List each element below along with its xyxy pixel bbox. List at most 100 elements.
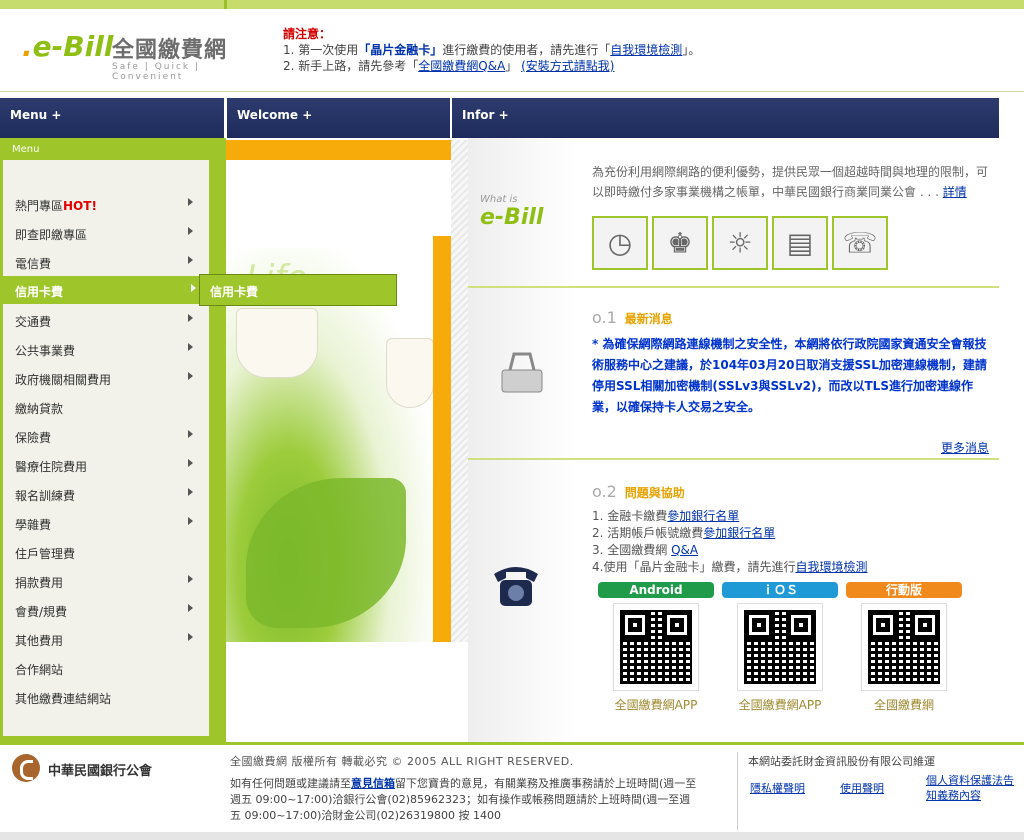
welcome-image: Life xyxy=(226,248,434,642)
card-bank-list-link[interactable]: 參加銀行名單 xyxy=(667,509,739,523)
sidebar-item-insurance[interactable]: 保險費 xyxy=(3,422,209,448)
mobile-caption: 全國繳費網 xyxy=(873,698,934,712)
footer-links: 本網站委託財金資訊股份有限公司維運 隱私權聲明 使用聲明 個人資料保護法告知義務… xyxy=(748,754,1018,817)
android-caption: 全國繳費網APP xyxy=(614,698,698,712)
sidebar-item-hot[interactable]: 熱門專區HOT! xyxy=(3,190,209,216)
site-slogan: Safe | Quick | Convenient xyxy=(112,62,201,82)
card-reader-icon: ▤ xyxy=(772,216,828,270)
android-app-download[interactable]: Android 全國繳費網APP xyxy=(598,582,714,713)
association-emblem-icon xyxy=(12,754,40,782)
sidebar-item-donation[interactable]: 捐款費用 xyxy=(3,567,209,593)
mobile-qr-code xyxy=(861,603,947,691)
chevron-right-icon xyxy=(188,575,193,583)
sidebar-item-medical[interactable]: 醫療住院費用 xyxy=(3,451,209,477)
top-strip xyxy=(0,0,1024,9)
top-strip-segment xyxy=(227,0,1024,9)
qa-link[interactable]: 全國繳費網Q&A xyxy=(418,59,505,73)
sidebar-item-other-fees[interactable]: 其他費用 xyxy=(3,625,209,651)
help-env-check-link[interactable]: 自我環境檢測 xyxy=(795,560,867,574)
contact-info: 如有任何問題或建議請至意見信箱留下您寶貴的意見，有關業務及推廣事務請於上班時間(… xyxy=(230,777,697,822)
chevron-right-icon xyxy=(188,488,193,496)
personal-data-link[interactable]: 個人資料保護法告知義務內容 xyxy=(926,773,1016,803)
ios-app-download[interactable]: ｉＯＳ 全國繳費網APP xyxy=(722,582,838,713)
chevron-right-icon xyxy=(188,256,193,264)
news-text: * 為確保網際網路連線機制之安全性，本網將依行政院國家資通安全會報技術服務中心之… xyxy=(592,337,987,414)
site-logo[interactable]: .e-Bill 全國繳費網 Safe | Quick | Convenient xyxy=(22,30,262,82)
telephone-icon xyxy=(494,567,538,606)
bankers-association-logo[interactable]: 中華民國銀行公會 xyxy=(12,754,212,784)
sidebar-item-training[interactable]: 報名訓練費 xyxy=(3,480,209,506)
intro-details-link[interactable]: 詳情 xyxy=(943,185,967,199)
env-check-link[interactable]: 自我環境檢測 xyxy=(610,43,682,57)
sidebar-item-loans[interactable]: 繳納貸款 xyxy=(3,393,209,419)
header-divider xyxy=(0,91,1024,92)
ios-qr-code xyxy=(737,603,823,691)
copyright: 全國繳費網 版權所有 轉載必究 © 2005 ALL RIGHT RESERVE… xyxy=(230,755,574,768)
install-guide-link[interactable]: (安裝方式請點我) xyxy=(521,59,614,73)
what-is-ebill-section: What is e-Bill 為充份利用網際網路的便利優勢，提供民眾一個超越時間… xyxy=(468,138,999,288)
lightbulb-icon: ☼ xyxy=(712,216,768,270)
feedback-mailbox-link[interactable]: 意見信箱 xyxy=(351,777,395,790)
notice-title: 請注意： xyxy=(283,27,332,41)
terms-link[interactable]: 使用聲明 xyxy=(840,781,884,796)
sidebar-item-tuition[interactable]: 學雜費 xyxy=(3,509,209,535)
notice-line-1: 1. 第一次使用「晶片金融卡」進行繳費的使用者，請先進行「自我環境檢測」。 xyxy=(283,43,701,57)
mobile-web-download[interactable]: 行動版 全國繳費網 xyxy=(846,582,962,713)
clock-icon: ◷ xyxy=(592,216,648,270)
sidebar: Menu 熱門專區HOT! 即查即繳專區 電信費 信用卡費 交通費 公共事業費 … xyxy=(0,138,226,742)
sidebar-item-instant[interactable]: 即查即繳專區 xyxy=(3,219,209,245)
ios-label: ｉＯＳ xyxy=(722,582,838,598)
android-label: Android xyxy=(598,582,714,598)
chevron-right-icon xyxy=(188,227,193,235)
menu-panel: 熱門專區HOT! 即查即繳專區 電信費 信用卡費 交通費 公共事業費 政府機關相… xyxy=(0,160,212,736)
help-qa-link[interactable]: Q&A xyxy=(671,543,698,557)
news-title: o.1 最新消息 xyxy=(592,308,673,327)
submenu-credit-card[interactable]: 信用卡費 xyxy=(199,274,397,306)
tab-infor[interactable]: Infor + xyxy=(452,98,999,138)
sidebar-item-management[interactable]: 住戶管理費 xyxy=(3,538,209,564)
chevron-right-icon xyxy=(188,372,193,380)
help-section: o.2 問題與協助 1. 金融卡繳費參加銀行名單 2. 活期帳戶帳號繳費參加銀行名… xyxy=(468,460,999,742)
privacy-link[interactable]: 隱私權聲明 xyxy=(750,781,805,796)
sidebar-item-credit-card[interactable]: 信用卡費 xyxy=(0,276,212,304)
sidebar-item-telecom[interactable]: 電信費 xyxy=(3,248,209,274)
ebill-logo-text: .e-Bill xyxy=(22,30,114,63)
welcome-orange-bar xyxy=(226,140,451,160)
tab-menu[interactable]: Menu + xyxy=(0,98,224,138)
chevron-right-icon xyxy=(191,284,196,292)
info-panel: What is e-Bill 為充份利用網際網路的便利優勢，提供民眾一個超越時間… xyxy=(468,138,999,742)
sidebar-item-other-links[interactable]: 其他繳費連結網站 xyxy=(3,683,209,709)
more-news-link[interactable]: 更多消息 xyxy=(941,439,989,456)
sidebar-item-utilities[interactable]: 公共事業費 xyxy=(3,335,209,361)
sidebar-item-membership[interactable]: 會費/規費 xyxy=(3,596,209,622)
chevron-right-icon xyxy=(188,633,193,641)
hot-badge: HOT! xyxy=(63,199,97,213)
sidebar-item-government[interactable]: 政府機關相關費用 xyxy=(3,364,209,390)
chevron-right-icon xyxy=(188,343,193,351)
teacup-image xyxy=(236,308,318,378)
what-is-ebill-logo: What is e-Bill xyxy=(480,194,544,230)
chevron-right-icon xyxy=(188,314,193,322)
sidebar-item-partners[interactable]: 合作網站 xyxy=(3,654,209,680)
help-item: 4.使用「晶片金融卡」繳費，請先進行自我環境檢測 xyxy=(592,560,868,574)
help-list: 1. 金融卡繳費參加銀行名單 2. 活期帳戶帳號繳費參加銀行名單 3. 全國繳費… xyxy=(592,508,992,576)
chip-card-highlight: 「晶片金融卡」 xyxy=(358,43,443,57)
android-qr-code xyxy=(613,603,699,691)
notice-box: 請注意： 1. 第一次使用「晶片金融卡」進行繳費的使用者，請先進行「自我環境檢測… xyxy=(283,26,1003,74)
sidebar-item-transport[interactable]: 交通費 xyxy=(3,306,209,332)
footer-info: 全國繳費網 版權所有 轉載必究 © 2005 ALL RIGHT RESERVE… xyxy=(230,754,700,824)
site-name: 全國繳費網 xyxy=(112,38,228,63)
chevron-right-icon xyxy=(188,604,193,612)
maintainer-text: 本網站委託財金資訊股份有限公司維運 xyxy=(748,755,935,768)
faucet-icon: ♚ xyxy=(652,216,708,270)
account-bank-list-link[interactable]: 參加銀行名單 xyxy=(703,526,775,540)
top-strip-segment xyxy=(0,0,224,9)
teacup-image xyxy=(386,338,434,408)
welcome-stripe xyxy=(451,140,468,642)
help-item: 3. 全國繳費網 Q&A xyxy=(592,543,699,557)
phone-icon: ☏ xyxy=(832,216,888,270)
help-item: 1. 金融卡繳費參加銀行名單 xyxy=(592,509,740,523)
tab-welcome[interactable]: Welcome + xyxy=(227,98,450,138)
chevron-right-icon xyxy=(188,198,193,206)
help-item: 2. 活期帳戶帳號繳費參加銀行名單 xyxy=(592,526,776,540)
